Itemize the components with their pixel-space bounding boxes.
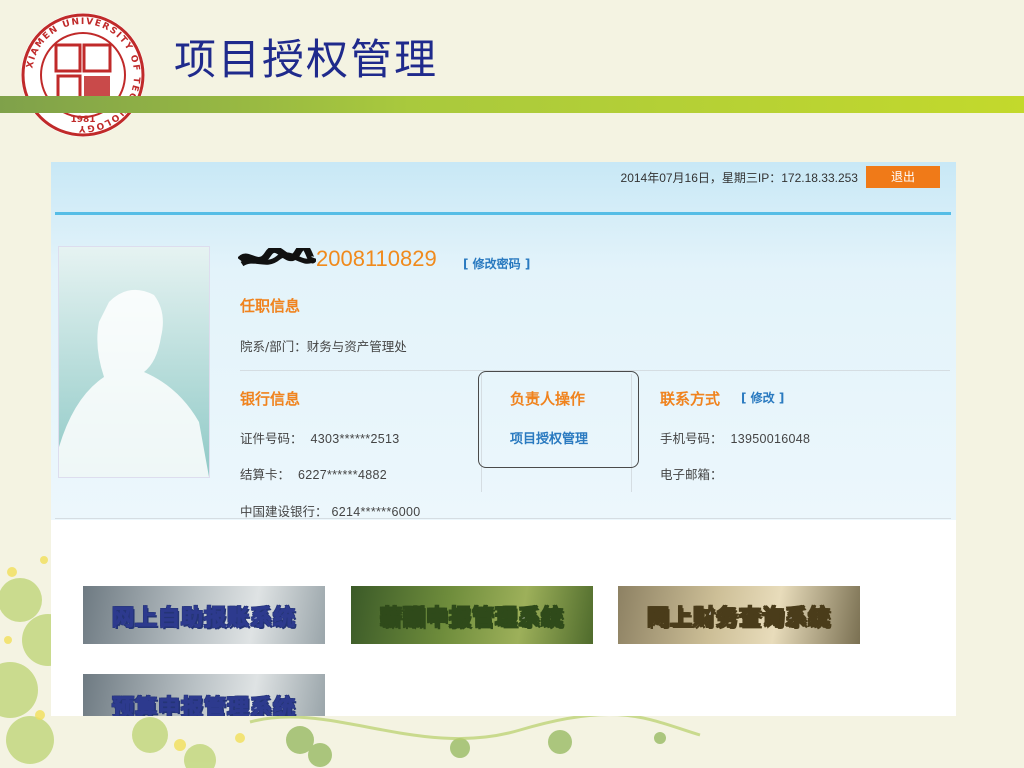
system-banner-finance-query[interactable]: 网上财务查询系统	[618, 586, 860, 644]
ccb-card-label: 中国建设银行：	[240, 504, 328, 519]
system-banner-label: 网上自助报账系统	[111, 606, 296, 632]
settlement-card-field: 结算卡： 6227******4882	[240, 464, 387, 483]
department-value: 财务与资产管理处	[306, 339, 407, 354]
header-green-band	[0, 96, 1024, 113]
change-password-link[interactable]: [ 修改密码 ]	[463, 255, 530, 272]
project-authorization-link[interactable]: 项目授权管理	[510, 428, 588, 447]
svg-text:1981: 1981	[70, 115, 95, 125]
manager-operation-highlight	[478, 371, 639, 468]
settlement-card-label: 结算卡：	[240, 467, 291, 482]
manager-heading: 负责人操作	[510, 390, 586, 408]
system-banner-budget-declaration[interactable]: 预算申报管理系统	[83, 674, 325, 716]
section-divider	[55, 518, 951, 519]
slide-title: 项目授权管理	[174, 35, 439, 84]
settlement-card-value: 6227******4882	[297, 468, 387, 482]
bank-heading: 银行信息	[240, 390, 301, 408]
phone-field: 手机号码： 13950016048	[660, 428, 810, 447]
header-divider	[55, 212, 951, 215]
university-seal-logo: XIAMEN UNIVERSITY OF TECHNOLOGY 1981	[21, 13, 145, 137]
system-banner-label: 网上财务查询系统	[646, 606, 831, 632]
system-banner-online-reimbursement[interactable]: 网上自助报账系统	[83, 586, 325, 644]
phone-value: 13950016048	[730, 432, 811, 446]
system-banner-label: 薪酬申报管理系统	[379, 606, 564, 632]
id-number-value: 4303******2513	[310, 432, 400, 446]
department-label: 院系/部门：	[240, 339, 307, 354]
ccb-card-value: 6214******6000	[331, 505, 421, 519]
user-avatar	[58, 246, 210, 478]
finance-portal-screenshot: 2014年07月16日，星期三IP：172.18.33.253 退出 20081…	[51, 162, 956, 716]
date-ip-text: 2014年07月16日，星期三IP：172.18.33.253	[620, 171, 858, 185]
contact-heading: 联系方式	[660, 390, 721, 408]
edit-contact-link[interactable]: [ 修改 ]	[741, 389, 784, 406]
user-id: 2008110829	[316, 246, 437, 271]
phone-label: 手机号码：	[660, 431, 723, 446]
email-label: 电子邮箱：	[660, 467, 723, 482]
redacted-name-scribble	[238, 248, 316, 267]
system-banner-salary-declaration[interactable]: 薪酬申报管理系统	[351, 586, 593, 644]
id-number-label: 证件号码：	[240, 431, 303, 446]
employment-heading: 任职信息	[240, 297, 301, 315]
system-banner-label: 预算申报管理系统	[111, 696, 296, 717]
logout-button[interactable]: 退出	[866, 166, 940, 188]
id-number-field: 证件号码： 4303******2513	[240, 428, 399, 447]
email-field: 电子邮箱：	[660, 464, 723, 483]
department-field: 院系/部门：财务与资产管理处	[240, 336, 407, 355]
